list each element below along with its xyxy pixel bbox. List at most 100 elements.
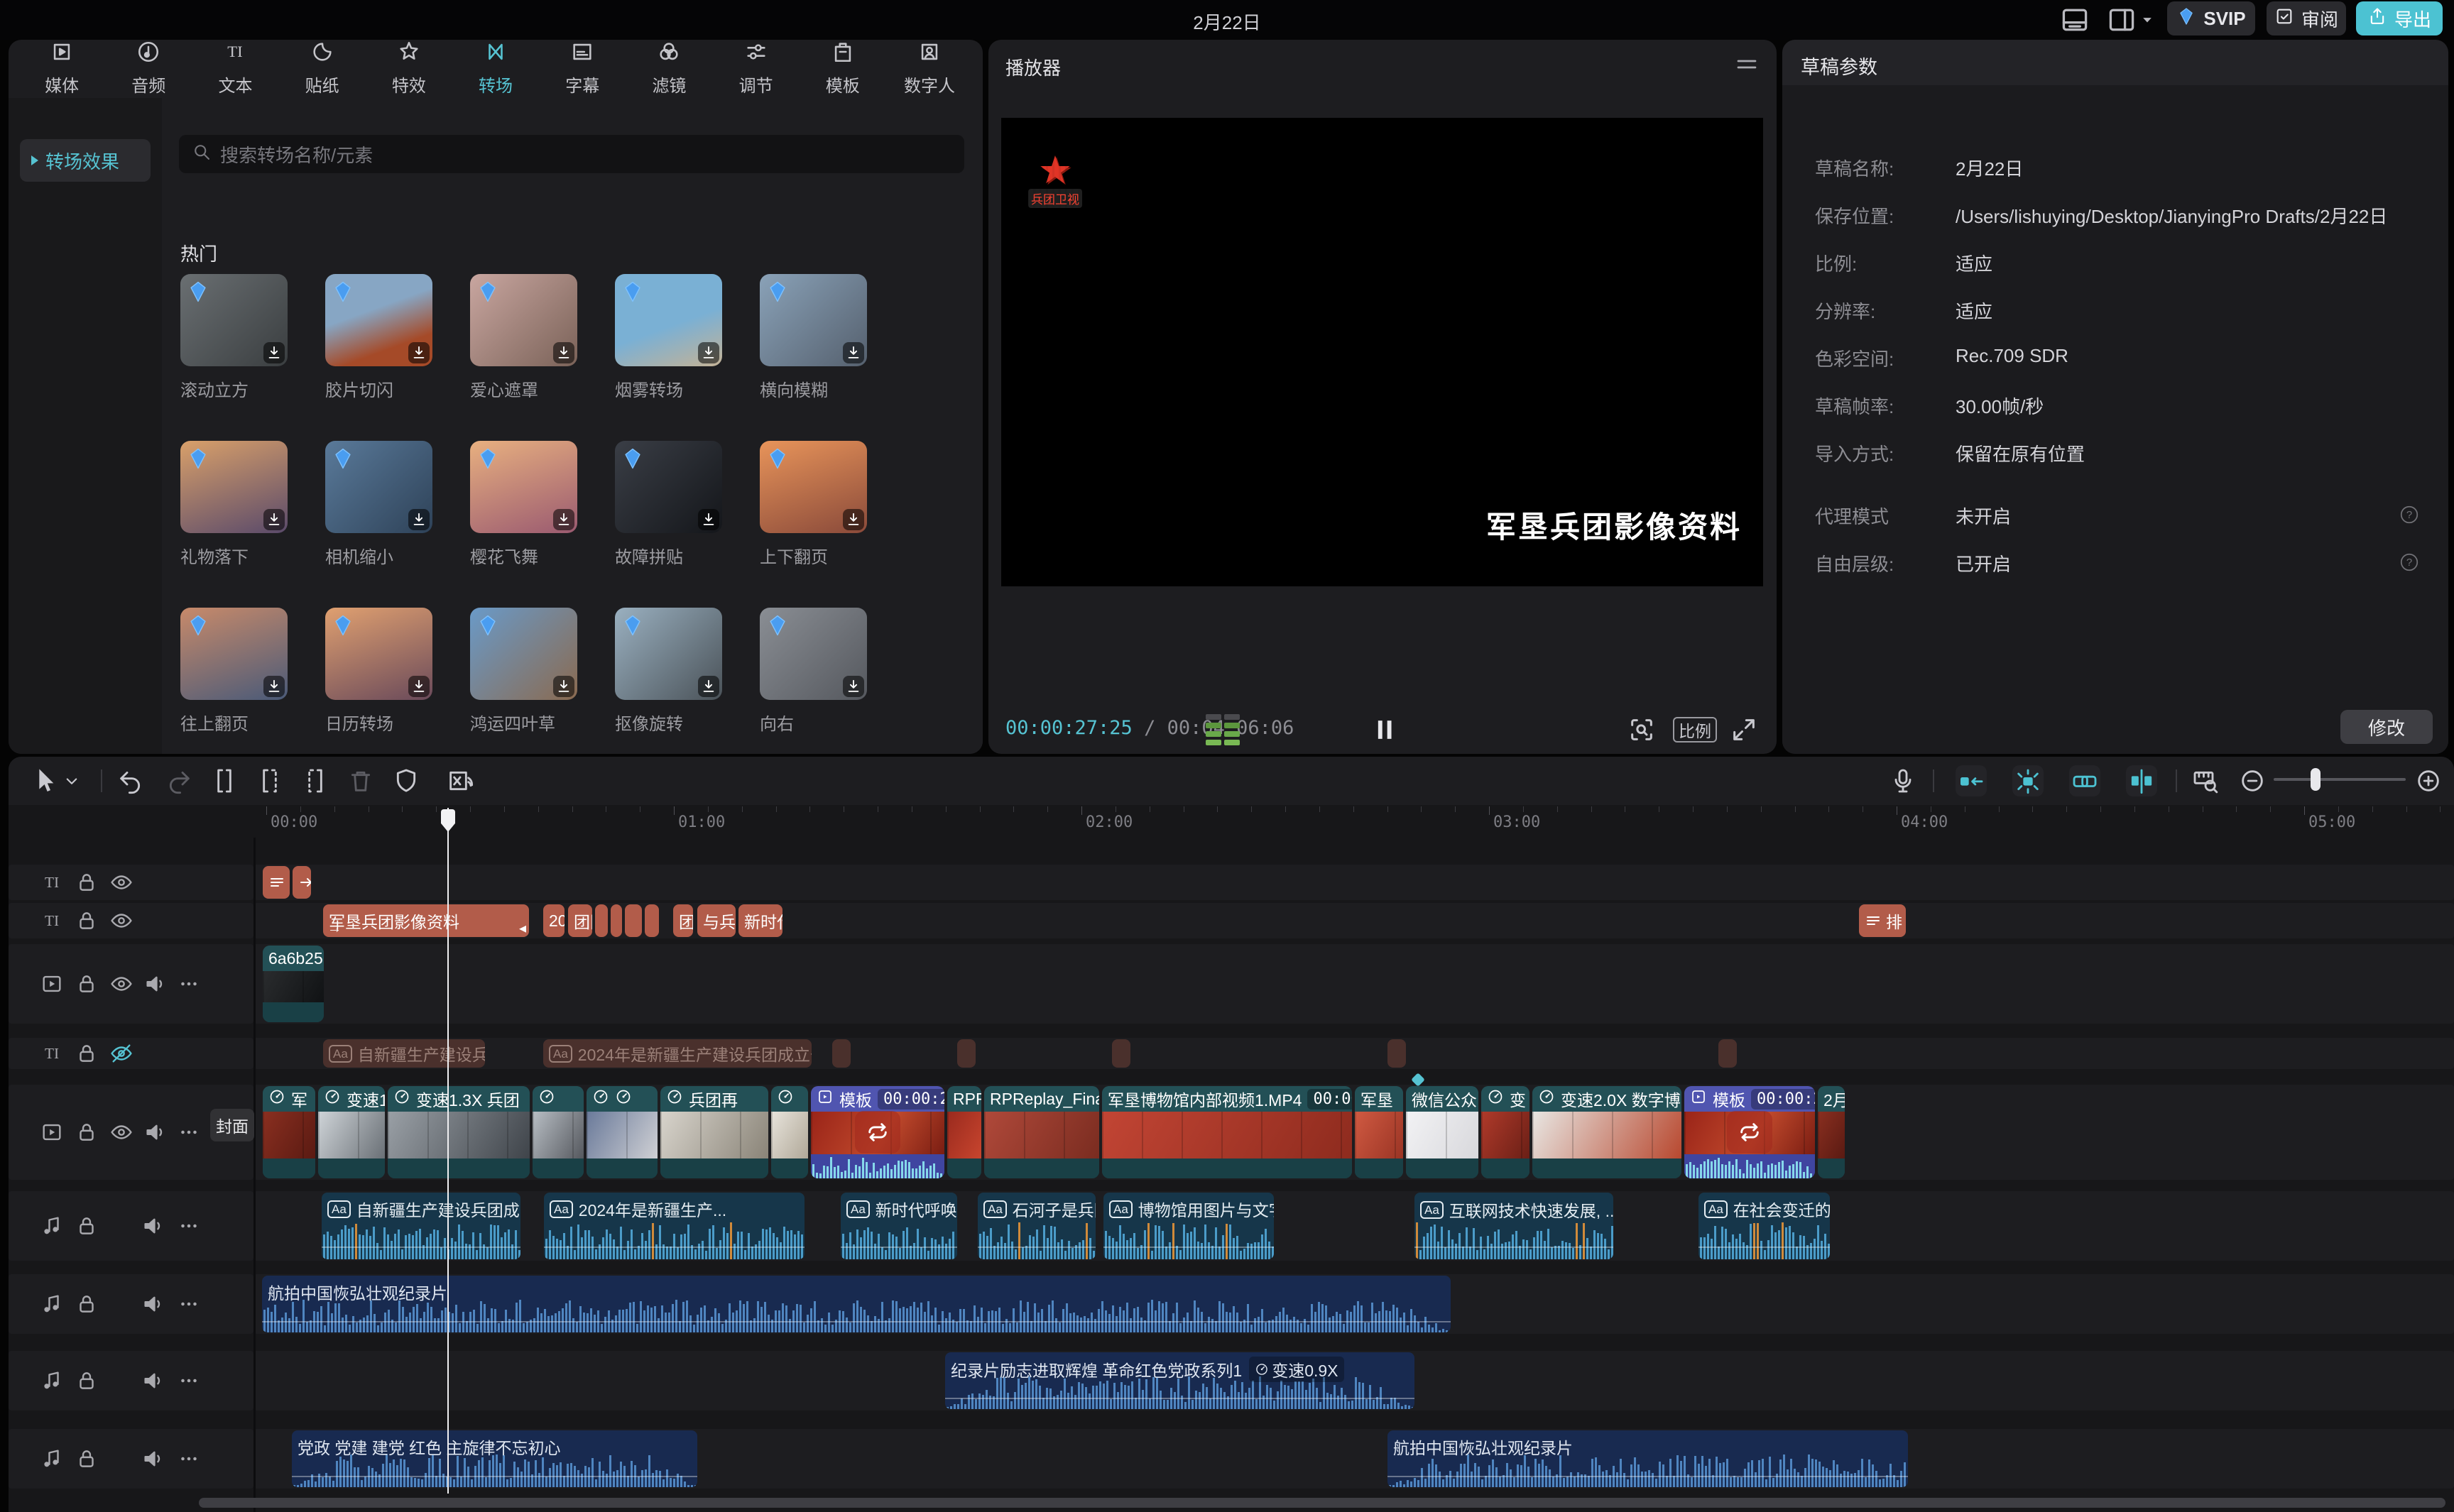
video-icon[interactable] [40,972,64,996]
text-clip[interactable]: 军垦兵团影像资料→◂ [323,904,529,937]
lock-icon[interactable] [75,1369,99,1393]
transition-thumbnail[interactable] [470,441,577,533]
download-icon[interactable] [698,342,719,363]
video-clip[interactable]: 变速2.0X 数字博 [1532,1086,1681,1178]
dots-icon[interactable] [177,1447,201,1471]
tts-audio-clip[interactable]: Aa博物馆用图片与文字的 [1103,1193,1274,1259]
text-clip[interactable] [625,904,642,937]
subtitle-clip[interactable] [1112,1039,1130,1068]
download-icon[interactable] [408,676,430,697]
lock-icon[interactable] [75,972,99,996]
tab-adjust[interactable]: 调节 [713,40,800,97]
text-clip[interactable] [645,904,659,937]
text-icon[interactable]: TI [40,870,64,894]
transition-card[interactable]: 胶片切闪 [325,274,432,401]
tab-media[interactable]: 媒体 [18,40,105,97]
download-icon[interactable] [553,342,574,363]
tab-avatar[interactable]: 数字人 [886,40,973,97]
layout-right-icon[interactable] [2106,4,2137,35]
video-clip[interactable]: RPReplay_Final1 [984,1086,1099,1178]
transition-thumbnail[interactable] [470,608,577,700]
transition-card[interactable]: 抠像旋转 [615,608,722,735]
text-clip[interactable]: 新时代 [738,904,782,937]
note-icon[interactable] [40,1214,64,1238]
lock-icon[interactable] [75,1120,99,1144]
tts-audio-clip[interactable]: Aa2024年是新疆生产... [544,1193,805,1259]
video-clip[interactable]: 6a6b25 [263,946,324,1022]
mirror-split-icon[interactable] [2126,765,2157,796]
download-icon[interactable] [843,676,864,697]
eye-icon[interactable] [109,972,133,996]
download-icon[interactable] [408,509,430,530]
text-clip[interactable]: 与兵团 [697,904,736,937]
subtitle-clip[interactable] [832,1039,851,1068]
preview-flash-icon[interactable] [2012,765,2044,796]
transition-card[interactable]: 向右 [760,608,867,735]
video-clip[interactable]: 2月 [1818,1086,1845,1178]
zoom-slider-knob[interactable] [2311,768,2321,791]
transition-card[interactable]: 日历转场 [325,608,432,735]
transition-card[interactable]: 爱心遮罩 [470,274,577,401]
music-clip[interactable]: 航拍中国恢弘壮观纪录片 [262,1276,1451,1332]
transition-card[interactable]: 樱花飞舞 [470,441,577,568]
review-button[interactable]: 审阅 [2267,1,2346,35]
video-clip[interactable]: RPF [947,1086,981,1178]
note-icon[interactable] [40,1369,64,1393]
pause-button[interactable] [1369,714,1400,745]
playhead-line[interactable] [447,808,449,1494]
download-icon[interactable] [698,509,719,530]
transition-card[interactable]: 滚动立方 [180,274,288,401]
transition-thumbnail[interactable] [180,608,288,700]
lock-icon[interactable] [75,870,99,894]
split-icon[interactable] [209,765,240,796]
tts-audio-clip[interactable]: Aa新时代呼唤红 [841,1193,957,1259]
dots-icon[interactable] [177,1369,201,1393]
eye-icon[interactable] [109,870,133,894]
video-icon[interactable] [40,1120,64,1144]
download-icon[interactable] [553,509,574,530]
timeline-ruler[interactable]: 00:0001:0002:0003:0004:0005:00 [253,806,2454,838]
subtitle-clip[interactable] [1387,1039,1406,1068]
video-clip[interactable] [587,1086,658,1178]
transition-card[interactable]: 上下翻页 [760,441,867,568]
speaker-icon[interactable] [141,1292,165,1316]
text-clip[interactable] [611,904,622,937]
dots-icon[interactable] [177,1292,201,1316]
transition-thumbnail[interactable] [760,274,867,366]
transition-card[interactable]: 鸿运四叶草 [470,608,577,735]
mask-icon[interactable] [391,765,422,796]
video-clip[interactable]: 微信公众 [1406,1086,1478,1178]
timeline-zoom-slider[interactable] [2274,778,2406,781]
tab-transition[interactable]: 转场 [452,40,539,97]
transition-thumbnail[interactable] [470,274,577,366]
subtitle-clip[interactable]: Aa自新疆生产建设兵团 [323,1039,485,1068]
speaker-icon[interactable] [141,1369,165,1393]
video-preview[interactable]: ★ 兵团卫视 军垦兵团影像资料 [1001,118,1763,586]
undo-icon[interactable] [115,765,146,796]
tts-audio-clip[interactable]: Aa石河子是兵团人建 [978,1193,1096,1259]
split-right-icon[interactable] [300,765,331,796]
transition-thumbnail[interactable] [615,608,722,700]
dots-icon[interactable] [177,1214,201,1238]
text-clip[interactable] [263,866,290,899]
speaker-icon[interactable] [141,1214,165,1238]
music-clip[interactable]: 纪录片励志进取辉煌 革命红色党政系列1变速0.9X [945,1352,1414,1409]
text-clip[interactable]: 排 [1859,904,1906,937]
snap-icon[interactable] [1956,765,1987,796]
zoom-out-icon[interactable] [2237,765,2268,796]
transition-thumbnail[interactable] [325,608,432,700]
text-clip[interactable]: 团队 [568,904,592,937]
zoom-in-icon[interactable] [2413,765,2444,796]
subtitle-clip[interactable] [1718,1039,1737,1068]
layout-bottom-icon[interactable] [2059,4,2090,35]
transition-card[interactable]: 往上翻页 [180,608,288,735]
template-clip[interactable]: 模板00:00:20 [811,1086,944,1178]
transition-thumbnail[interactable] [615,274,722,366]
transition-thumbnail[interactable] [760,608,867,700]
video-clip[interactable]: 军 [263,1086,315,1178]
lock-icon[interactable] [75,1041,99,1065]
transition-card[interactable]: 横向模糊 [760,274,867,401]
text-clip[interactable]: 团队 [673,904,693,937]
mic-icon[interactable] [1887,765,1919,796]
tab-filter[interactable]: 滤镜 [626,40,712,97]
